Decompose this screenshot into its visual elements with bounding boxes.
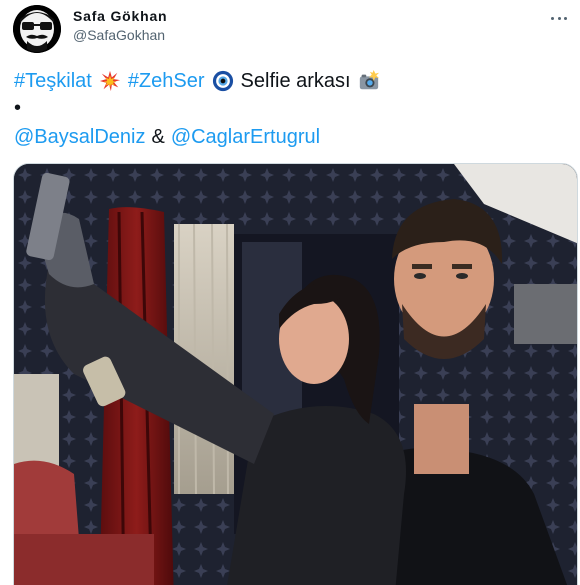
bullet: • xyxy=(14,97,22,119)
mention-baysaldeniz[interactable]: @BaysalDeniz xyxy=(14,124,145,150)
avatar-illustration xyxy=(13,5,61,53)
camera-flash-icon xyxy=(359,70,379,90)
avatar[interactable] xyxy=(13,5,61,53)
hashtag-zehser[interactable]: #ZehSer xyxy=(128,68,205,94)
ampersand: & xyxy=(151,126,165,148)
selfie-photo xyxy=(14,164,577,585)
tweet-line-2: • xyxy=(14,94,569,122)
tweet-photo[interactable] xyxy=(13,163,578,585)
hashtag-teskilat[interactable]: #Teşkilat xyxy=(14,68,92,94)
tweet-line-3: @BaysalDeniz & @CaglarErtugrul xyxy=(14,124,569,150)
display-name[interactable]: Safa Gökhan xyxy=(73,8,167,24)
tweet-line-1: #Teşkilat #ZehSer Selfie arkası xyxy=(14,68,569,94)
tweet-text: #Teşkilat #ZehSer Selfie arkası • @Baysa… xyxy=(14,68,569,150)
nazar-amulet-icon xyxy=(212,70,233,92)
tweet: Safa Gökhan @SafaGokhan #Teşkilat #ZehSe… xyxy=(0,0,580,585)
user-handle[interactable]: @SafaGokhan xyxy=(73,27,165,43)
more-icon[interactable] xyxy=(548,8,570,28)
mention-caglarertugrul[interactable]: @CaglarErtugrul xyxy=(171,124,320,150)
tweet-text-selfie: Selfie arkası xyxy=(240,70,351,92)
collision-icon xyxy=(99,70,120,92)
